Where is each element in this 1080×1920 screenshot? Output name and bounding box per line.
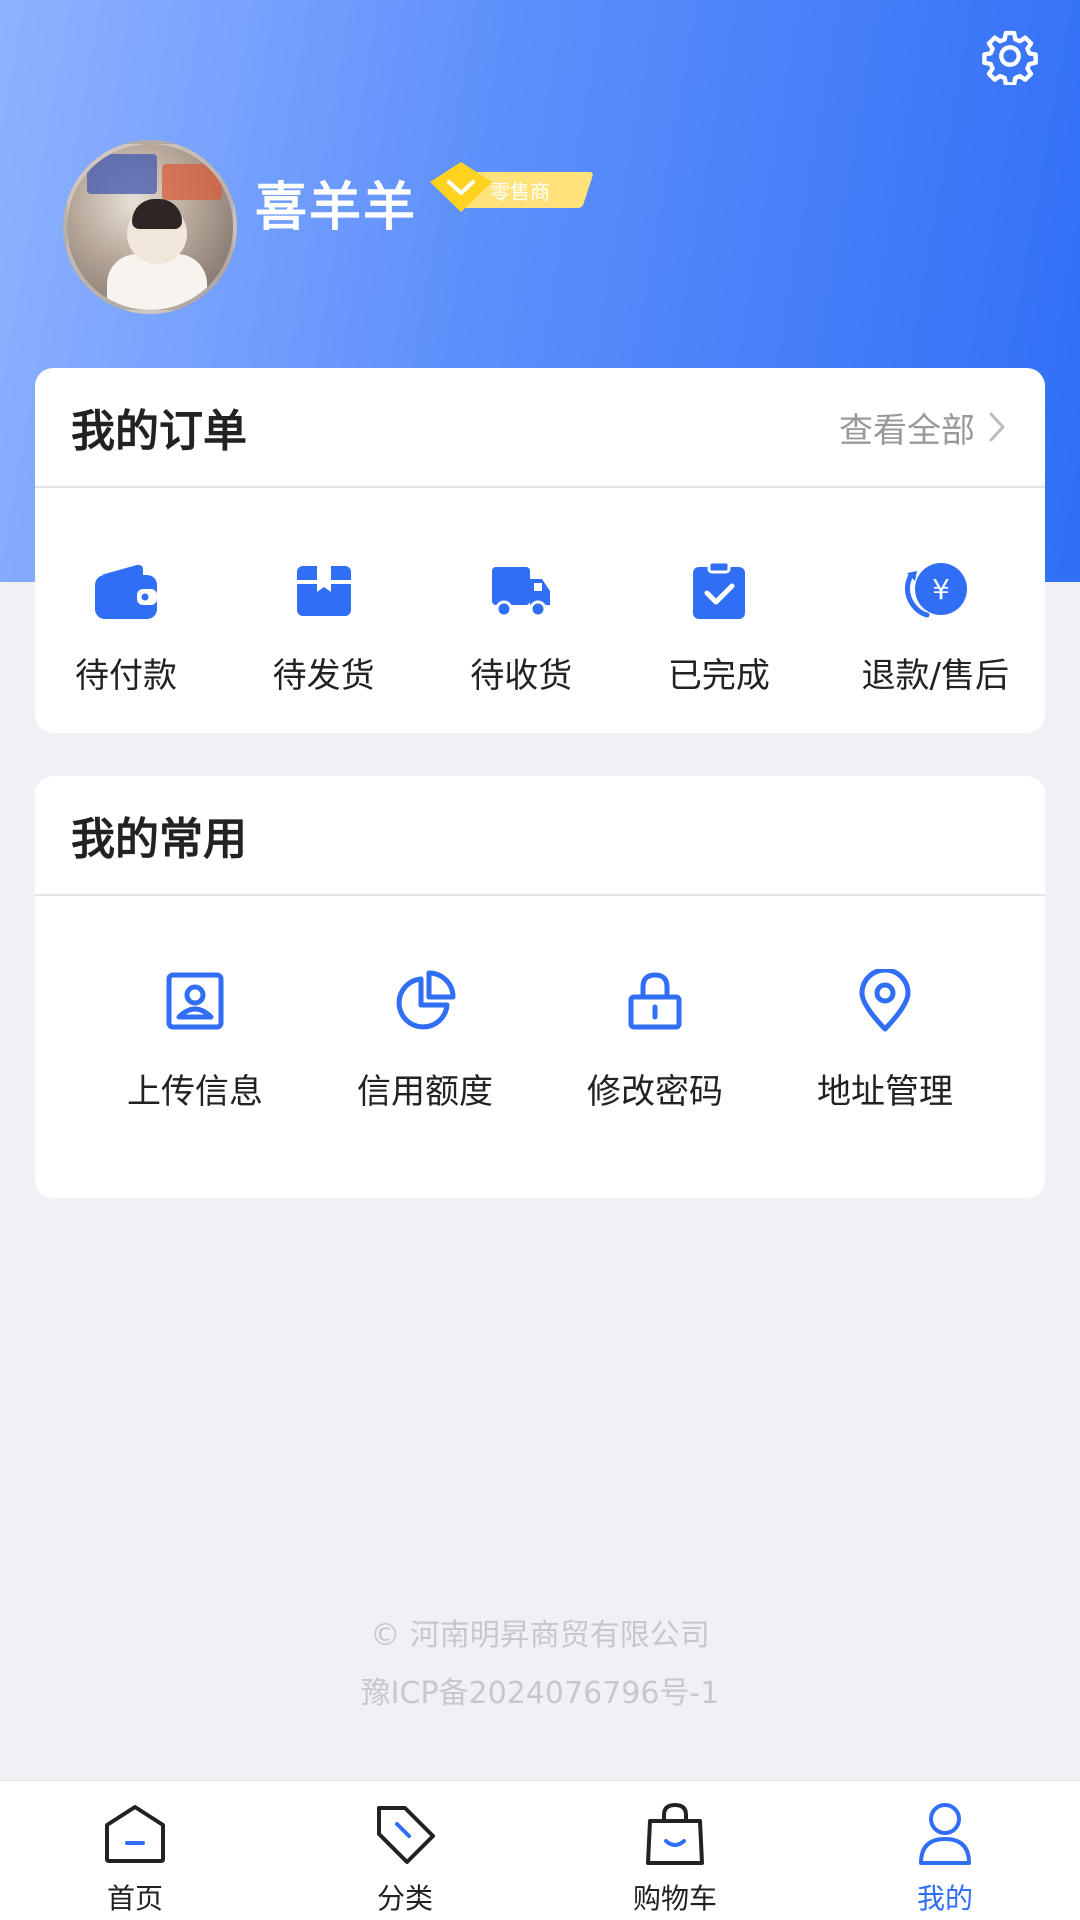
common-item-label: 信用额度 [357, 1072, 493, 1112]
order-completed[interactable]: 已完成 [664, 558, 774, 697]
credit-limit-button[interactable]: 信用额度 [350, 966, 500, 1113]
chevron-right-icon [989, 412, 1005, 442]
view-all-label: 查看全部 [839, 410, 975, 451]
clipboard-check-icon [692, 561, 745, 619]
tag-icon [377, 1806, 435, 1864]
change-password-button[interactable]: 修改密码 [580, 966, 730, 1113]
order-item-label: 待发货 [272, 656, 375, 696]
order-pending-receipt[interactable]: 待收货 [466, 558, 576, 697]
upload-info-button[interactable]: 上传信息 [120, 966, 270, 1113]
orders-card-header: 我的订单 查看全部 [35, 368, 1045, 488]
common-item-label: 修改密码 [587, 1072, 723, 1112]
shopping-bag-icon [646, 1803, 704, 1865]
location-pin-icon [859, 969, 911, 1032]
vip-badge: 零售商 [428, 160, 594, 214]
tab-label: 我的 [916, 1882, 973, 1915]
profile-page: 喜羊羊 零售商 我的订单 查看全部 待付款 待发货 待收货 已完成 ¥ 退款/售… [0, 0, 1080, 1920]
gear-icon [982, 30, 1038, 85]
settings-button[interactable] [978, 24, 1042, 88]
tab-cart[interactable]: 购物车 [575, 1799, 775, 1917]
tab-mine[interactable]: 我的 [845, 1799, 1045, 1917]
pie-chart-icon [396, 970, 456, 1030]
order-item-label: 待付款 [75, 656, 177, 696]
tab-label: 分类 [376, 1882, 433, 1915]
order-item-label: 退款/售后 [861, 656, 1009, 696]
order-pending-shipment[interactable]: 待发货 [269, 558, 379, 697]
avatar[interactable] [63, 140, 237, 314]
tab-category[interactable]: 分类 [305, 1799, 505, 1917]
footer-icp[interactable]: 豫ICP备2024076796号-1 [0, 1668, 1080, 1712]
common-card-header: 我的常用 [35, 776, 1045, 896]
refund-yen-icon: ¥ [905, 563, 968, 618]
common-card: 我的常用 上传信息 信用额度 修改密码 地址管理 [35, 776, 1045, 1198]
svg-text:¥: ¥ [932, 573, 950, 606]
view-all-orders-link[interactable]: 查看全部 [839, 403, 1009, 452]
vip-diamond-icon [430, 162, 492, 212]
user-icon [919, 1803, 971, 1865]
tab-label: 购物车 [632, 1882, 717, 1915]
order-pending-payment[interactable]: 待付款 [71, 558, 181, 697]
orders-card: 我的订单 查看全部 待付款 待发货 待收货 已完成 ¥ 退款/售后 [35, 368, 1045, 733]
tab-label: 首页 [106, 1882, 163, 1915]
truck-icon [492, 567, 551, 618]
order-item-label: 已完成 [667, 656, 770, 696]
order-refund-aftersale[interactable]: ¥ 退款/售后 [862, 558, 1009, 697]
tab-home[interactable]: 首页 [35, 1799, 235, 1917]
lock-icon [628, 972, 682, 1030]
home-icon [105, 1805, 165, 1863]
order-item-label: 待收货 [470, 656, 573, 696]
common-title: 我的常用 [71, 814, 247, 865]
wallet-icon [95, 564, 157, 619]
username: 喜羊羊 [255, 178, 418, 238]
id-card-icon [166, 972, 224, 1030]
footer-company: © 河南明昇商贸有限公司 [370, 1618, 710, 1653]
package-icon [296, 566, 351, 616]
orders-title: 我的订单 [71, 406, 247, 457]
address-management-button[interactable]: 地址管理 [810, 966, 960, 1113]
common-item-label: 地址管理 [817, 1072, 953, 1112]
badge-label: 零售商 [490, 180, 550, 204]
common-item-label: 上传信息 [127, 1072, 263, 1112]
bottom-tab-bar: 首页 分类 购物车 我的 [0, 1780, 1080, 1920]
